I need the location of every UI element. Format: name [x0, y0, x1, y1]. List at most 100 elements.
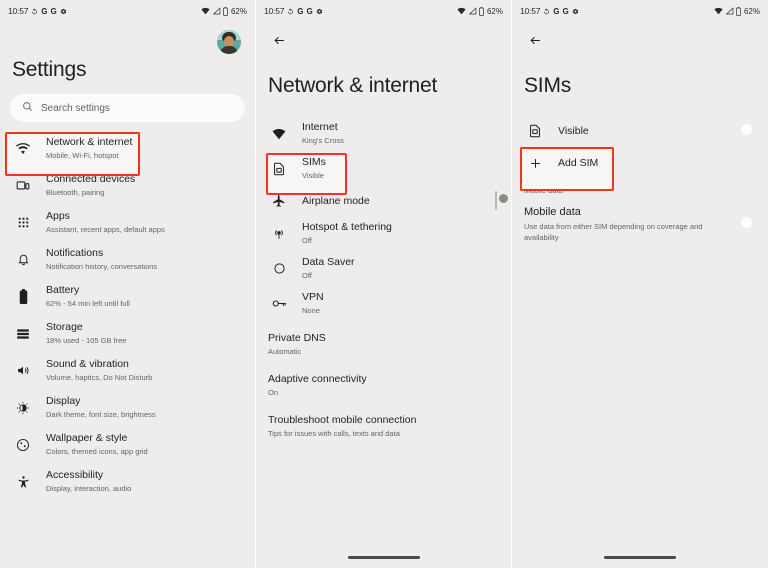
list-item-wallpaper-style[interactable]: Wallpaper & style Colors, themed icons, … — [0, 426, 255, 463]
phone-screen-network-internet: 10:57 G G 62% Network & internet Interne… — [256, 0, 512, 568]
list-item-data-saver[interactable]: Data Saver Off — [256, 251, 511, 286]
mobile-data-row[interactable]: Mobile data Use data from either SIM dep… — [512, 201, 768, 247]
list-item-title: Adaptive connectivity — [268, 373, 367, 385]
wifi-icon — [268, 128, 290, 140]
list-item-adaptive-connectivity[interactable]: Adaptive connectivity On — [256, 368, 511, 403]
list-item-title: Visible — [558, 124, 589, 137]
visible-sim-toggle[interactable] — [741, 122, 756, 140]
mobile-data-title: Mobile data — [524, 206, 581, 218]
status-time: 10:57 — [8, 6, 29, 16]
google-g-icon: G — [306, 6, 313, 16]
battery-percent: 62% — [743, 6, 760, 16]
battery-icon — [479, 6, 485, 16]
list-item-subtitle: Assistant, recent apps, default apps — [46, 225, 165, 234]
list-item-notifications[interactable]: Notifications Notification history, conv… — [0, 241, 255, 278]
gear-icon — [316, 8, 323, 15]
wifi-icon — [457, 7, 467, 15]
rotate-icon — [287, 7, 294, 15]
list-item-title: Storage — [46, 321, 83, 333]
list-item-subtitle: Off — [302, 236, 312, 245]
list-item-private-dns[interactable]: Private DNS Automatic — [256, 327, 511, 362]
wifi-icon — [714, 7, 724, 15]
mobile-data-toggle[interactable] — [741, 215, 756, 233]
gear-icon — [572, 8, 579, 15]
list-item-apps[interactable]: Apps Assistant, recent apps, default app… — [0, 204, 255, 241]
search-input[interactable]: Search settings — [10, 94, 245, 122]
google-g-icon: G — [50, 6, 57, 16]
list-item-vpn[interactable]: VPN None — [256, 286, 511, 321]
list-item-troubleshoot-mobile-connection[interactable]: Troubleshoot mobile connection Tips for … — [256, 409, 511, 444]
settings-list: Network & internet Mobile, Wi-Fi, hotspo… — [0, 130, 255, 500]
apps-grid-icon — [12, 216, 34, 229]
list-item-add-sim[interactable]: Add SIM — [512, 146, 768, 191]
status-bar: 10:57 G G 62% — [0, 0, 255, 22]
back-arrow-icon — [529, 36, 540, 44]
list-item-title: Add SIM — [558, 156, 599, 169]
list-item-subtitle: Bluetooth, pairing — [46, 188, 105, 197]
home-indicator — [604, 556, 676, 559]
wifi-icon — [12, 142, 34, 155]
volume-icon — [12, 364, 34, 377]
mobile-data-subtitle: Use data from either SIM depending on co… — [524, 222, 703, 242]
gear-icon — [60, 8, 67, 15]
list-item-subtitle: Notification history, conversations — [46, 262, 158, 271]
hotspot-icon — [268, 227, 290, 241]
signal-icon — [725, 7, 734, 15]
signal-icon — [468, 7, 477, 15]
home-indicator — [347, 556, 420, 559]
sims-list: Visible Add SIM Mobile data Mobile data — [512, 116, 768, 247]
list-item-subtitle: Tips for issues with calls, texts and da… — [268, 429, 400, 438]
search-placeholder: Search settings — [41, 102, 110, 114]
list-item-sound-vibration[interactable]: Sound & vibration Volume, haptics, Do No… — [0, 352, 255, 389]
status-bar-left: 10:57 G G — [264, 6, 323, 16]
network-list: Internet King's Cross SIMs Visible Airpl… — [256, 116, 511, 444]
back-row — [256, 22, 511, 58]
list-item-title: Battery — [46, 284, 80, 296]
back-row — [512, 22, 768, 58]
list-item-subtitle: Visible — [302, 171, 324, 180]
status-bar-right: 62% — [714, 7, 760, 16]
back-button[interactable] — [268, 29, 290, 51]
list-item-accessibility[interactable]: Accessibility Display, interaction, audi… — [0, 463, 255, 500]
sim-card-icon — [524, 124, 546, 138]
list-item-title: Internet — [302, 121, 338, 133]
list-item-hotspot-tethering[interactable]: Hotspot & tethering Off — [256, 216, 511, 251]
back-button[interactable] — [524, 29, 546, 51]
avatar-row — [0, 22, 255, 56]
airplane-mode-toggle[interactable] — [495, 191, 508, 210]
list-item-battery[interactable]: Battery 62% - 54 min left until full — [0, 278, 255, 315]
list-item-title: Data Saver — [302, 256, 355, 268]
avatar[interactable] — [217, 30, 241, 54]
list-item-storage[interactable]: Storage 18% used - 105 GB free — [0, 315, 255, 352]
battery-percent: 62% — [486, 6, 503, 16]
list-item-visible-sim[interactable]: Visible — [512, 116, 768, 146]
status-bar: 10:57 G G 62% — [512, 0, 768, 22]
signal-icon — [212, 7, 221, 15]
list-item-title: Private DNS — [268, 332, 326, 344]
list-item-network-internet[interactable]: Network & internet Mobile, Wi-Fi, hotspo… — [0, 130, 255, 176]
status-time: 10:57 — [264, 6, 285, 16]
list-item-display[interactable]: Display Dark theme, font size, brightnes… — [0, 389, 255, 426]
list-item-subtitle: On — [268, 388, 279, 397]
page-title: SIMs — [524, 74, 572, 97]
three-phone-screenshots: 10:57 G G 62% Settings Search settings N… — [0, 0, 768, 568]
bell-icon — [12, 253, 34, 266]
list-item-internet[interactable]: Internet King's Cross — [256, 116, 511, 151]
brightness-icon — [12, 401, 34, 415]
list-item-title: Apps — [46, 210, 70, 222]
list-item-sims[interactable]: SIMs Visible — [256, 151, 511, 195]
list-item-title: Sound & vibration — [46, 358, 129, 370]
list-item-title: Hotspot & tethering — [302, 221, 392, 233]
google-g-icon: G — [553, 6, 560, 16]
list-item-subtitle: Display, interaction, audio — [46, 484, 132, 493]
list-item-title: Display — [46, 395, 81, 407]
storage-icon — [12, 328, 34, 340]
plus-icon — [524, 157, 546, 170]
list-item-title: Wallpaper & style — [46, 432, 128, 444]
battery-icon — [736, 6, 742, 16]
vpn-key-icon — [268, 298, 290, 309]
page-title: Network & internet — [268, 74, 438, 97]
list-item-subtitle: Off — [302, 271, 312, 280]
airplane-icon — [268, 194, 290, 208]
google-g-icon: G — [562, 6, 569, 16]
